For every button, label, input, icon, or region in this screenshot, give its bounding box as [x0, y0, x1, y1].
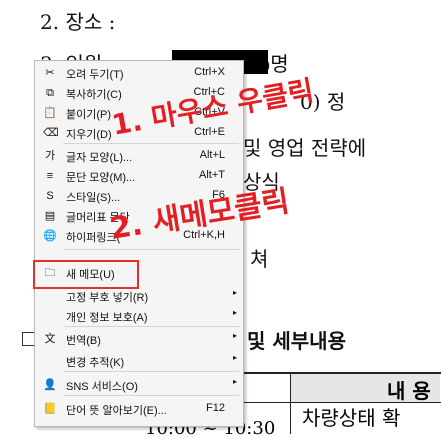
menu-item-0[interactable]: ✂ 오려 두기(T) Ctrl+X: [35, 63, 243, 83]
menu-separator: [63, 326, 239, 327]
table-col-border: [290, 372, 291, 434]
submenu-arrow-icon: ▸: [232, 331, 237, 340]
menu-item-label: 고정 부호 넣기(R): [66, 292, 149, 304]
translate-icon: 文: [44, 333, 56, 345]
menu-item-label: 복사하기(C): [66, 89, 122, 101]
paragraph-icon: ≡: [46, 170, 54, 182]
menu-item-label: 오려 두기(T): [66, 69, 124, 81]
hyperlink-icon: 🌐: [43, 230, 57, 242]
menu-item-label: 글자 모양(L)...: [66, 152, 133, 164]
menu-item-label: SNS 서비스(O): [66, 381, 138, 393]
menu-item-label: 단어 뜻 알아보기(E)...: [66, 405, 167, 417]
paste-icon: 📋: [43, 107, 57, 119]
menu-separator: [63, 371, 239, 372]
doc-line-4: 및 영업 전략에: [243, 136, 367, 160]
menu-separator: [63, 143, 239, 144]
menu-item-label: 변경 추적(K): [66, 357, 125, 369]
submenu-arrow-icon: ▸: [232, 377, 237, 386]
copy-icon: ⧉: [46, 87, 54, 99]
menu-item-shortcut: Ctrl+X: [194, 66, 225, 78]
submenu-arrow-icon: ▸: [232, 308, 237, 317]
header-icon: ▤: [44, 210, 56, 222]
menu-separator: [63, 249, 239, 250]
menu-item-shortcut: Alt+L: [199, 149, 225, 161]
menu-item-4[interactable]: 가 글자 모양(L)... Alt+L: [35, 146, 243, 166]
new-memo-highlight: [33, 260, 139, 289]
menu-item-11[interactable]: 개인 정보 보호(A) ▸: [35, 306, 243, 326]
menu-item-5[interactable]: ≡ 문단 모양(M)... Alt+T: [35, 166, 243, 186]
menu-separator: [63, 395, 239, 396]
menu-item-shortcut: F12: [206, 402, 225, 414]
doc-line-7: 쳐: [250, 247, 269, 271]
delete-icon: ⌫: [43, 127, 59, 139]
table-header-cell: 내 용: [290, 374, 440, 403]
menu-item-label: 문단 모양(M)...: [66, 172, 136, 184]
menu-item-13[interactable]: 변경 추적(K) ▸: [35, 351, 243, 371]
menu-item-15[interactable]: 📒 단어 뜻 알아보기(E)... F12: [35, 399, 243, 419]
menu-item-label: 개인 정보 보호(A): [66, 312, 148, 324]
doc-section-heading: 및 세부내용: [247, 329, 346, 353]
menu-item-label: 지우기(D): [66, 129, 112, 141]
dictionary-icon: 📒: [43, 403, 57, 415]
font-icon: 가: [44, 150, 56, 162]
menu-item-10[interactable]: 고정 부호 넣기(R) ▸: [35, 286, 243, 306]
style-icon: S: [46, 190, 54, 202]
doc-line-place: 2. 장소 :: [40, 10, 116, 34]
sns-icon: 👤: [43, 379, 57, 391]
submenu-arrow-icon: ▸: [232, 288, 237, 297]
scissors-icon: ✂: [45, 67, 55, 79]
menu-item-14[interactable]: 👤 SNS 서비스(O) ▸: [35, 375, 243, 395]
menu-item-label: 번역(B): [66, 335, 101, 347]
menu-item-12[interactable]: 文 번역(B) ▸: [35, 329, 243, 349]
menu-item-label: 붙이기(P): [66, 109, 112, 121]
submenu-arrow-icon: ▸: [232, 353, 237, 362]
menu-item-shortcut: Alt+T: [199, 169, 225, 181]
table-cell: 차량상태 확: [302, 406, 401, 430]
